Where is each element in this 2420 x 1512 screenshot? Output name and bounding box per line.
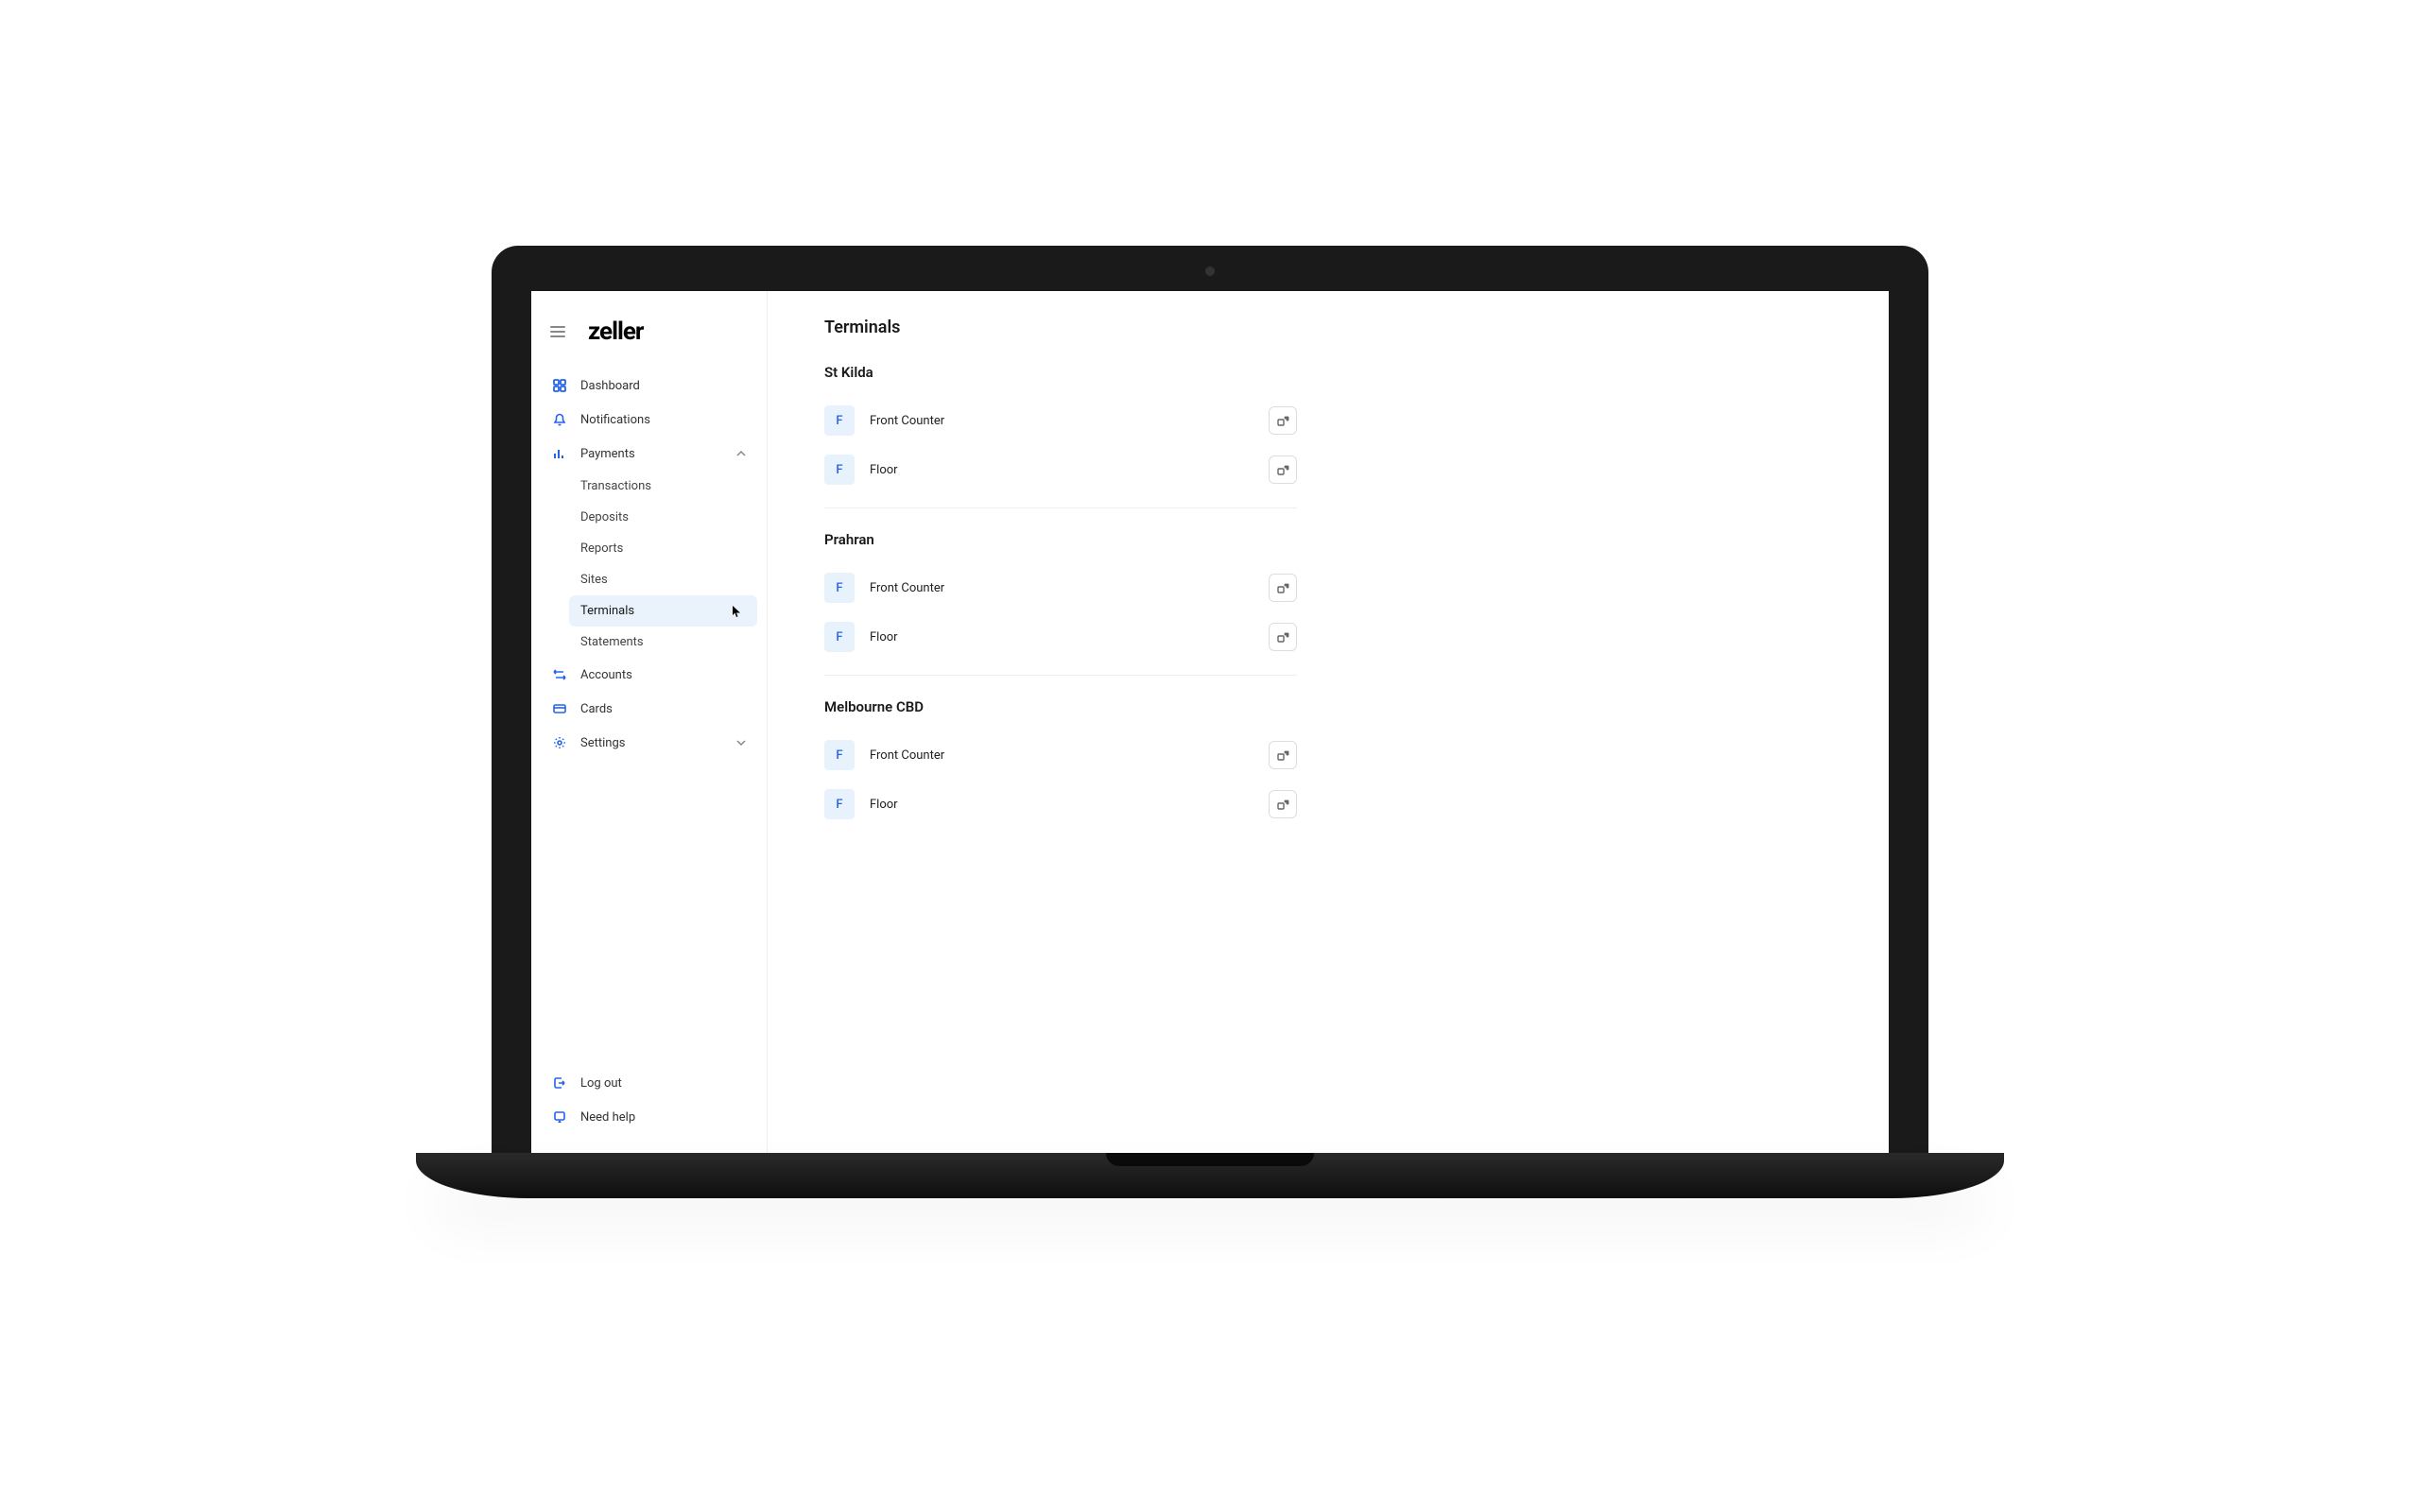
terminal-row[interactable]: F Floor <box>824 445 1297 494</box>
share-icon <box>1276 581 1289 594</box>
terminal-action-button[interactable] <box>1269 741 1297 769</box>
sidebar-item-label: Settings <box>580 736 625 750</box>
terminal-row[interactable]: F Floor <box>824 780 1297 829</box>
sidebar-item-label: Need help <box>580 1110 635 1125</box>
terminal-name: Floor <box>870 630 1253 644</box>
share-icon <box>1276 414 1289 427</box>
bell-icon <box>552 412 567 427</box>
terminal-row[interactable]: F Front Counter <box>824 563 1297 612</box>
card-icon <box>552 701 567 716</box>
payments-subnav: Transactions Deposits Reports Sites Term… <box>541 471 757 658</box>
subnav-terminals[interactable]: Terminals <box>569 595 757 627</box>
terminal-badge: F <box>824 455 855 485</box>
sidebar-item-label: Accounts <box>580 668 632 682</box>
page-title: Terminals <box>824 318 1832 337</box>
terminal-action-button[interactable] <box>1269 455 1297 484</box>
sidebar-item-logout[interactable]: Log out <box>541 1066 757 1100</box>
subnav-reports[interactable]: Reports <box>569 533 757 564</box>
subnav-label: Terminals <box>580 604 634 618</box>
terminal-badge: F <box>824 573 855 603</box>
sidebar-item-label: Payments <box>580 447 635 461</box>
terminal-name: Front Counter <box>870 748 1253 763</box>
sidebar-header: zeller <box>531 310 767 369</box>
cursor-icon <box>733 606 740 617</box>
sidebar-item-payments[interactable]: Payments <box>541 437 757 471</box>
terminal-badge: F <box>824 740 855 770</box>
sidebar-item-label: Cards <box>580 702 613 716</box>
section-title: Melbourne CBD <box>824 698 1297 715</box>
subnav-deposits[interactable]: Deposits <box>569 502 757 533</box>
subnav-transactions[interactable]: Transactions <box>569 471 757 502</box>
terminal-badge: F <box>824 622 855 652</box>
terminal-badge: F <box>824 405 855 436</box>
terminal-row[interactable]: F Front Counter <box>824 396 1297 445</box>
terminal-row[interactable]: F Front Counter <box>824 730 1297 780</box>
section-title: St Kilda <box>824 364 1297 381</box>
logout-icon <box>552 1075 567 1091</box>
terminal-action-button[interactable] <box>1269 790 1297 818</box>
sidebar-item-label: Notifications <box>580 413 650 427</box>
terminal-name: Floor <box>870 463 1253 477</box>
terminal-row[interactable]: F Floor <box>824 612 1297 662</box>
sidebar: zeller Dashboard Notifications <box>531 291 768 1153</box>
logo: zeller <box>588 318 643 346</box>
chevron-up-icon <box>736 451 746 456</box>
laptop-notch <box>1106 1153 1314 1166</box>
menu-icon[interactable] <box>550 326 565 337</box>
app-window: zeller Dashboard Notifications <box>531 291 1889 1153</box>
sidebar-item-notifications[interactable]: Notifications <box>541 403 757 437</box>
sidebar-item-help[interactable]: Need help <box>541 1100 757 1134</box>
share-icon <box>1276 630 1289 644</box>
share-icon <box>1276 463 1289 476</box>
section-title: Prahran <box>824 531 1297 548</box>
nav-main: Dashboard Notifications Payments <box>531 369 767 1066</box>
sidebar-item-cards[interactable]: Cards <box>541 692 757 726</box>
terminal-action-button[interactable] <box>1269 623 1297 651</box>
camera-icon <box>1205 266 1215 276</box>
terminal-name: Front Counter <box>870 581 1253 595</box>
sidebar-item-dashboard[interactable]: Dashboard <box>541 369 757 403</box>
terminal-section: Melbourne CBD F Front Counter F Floor <box>824 698 1297 842</box>
sidebar-item-accounts[interactable]: Accounts <box>541 658 757 692</box>
laptop-base <box>416 1153 2004 1198</box>
chart-icon <box>552 446 567 461</box>
sidebar-item-settings[interactable]: Settings <box>541 726 757 760</box>
subnav-statements[interactable]: Statements <box>569 627 757 658</box>
terminal-section: Prahran F Front Counter F Floor <box>824 531 1297 676</box>
sidebar-footer: Log out Need help <box>531 1066 767 1134</box>
main-content: Terminals St Kilda F Front Counter F Flo… <box>768 291 1889 1153</box>
terminal-action-button[interactable] <box>1269 406 1297 435</box>
terminal-name: Front Counter <box>870 414 1253 428</box>
share-icon <box>1276 798 1289 811</box>
help-icon <box>552 1109 567 1125</box>
sidebar-item-label: Log out <box>580 1076 622 1091</box>
transfer-icon <box>552 667 567 682</box>
share-icon <box>1276 748 1289 762</box>
sidebar-item-label: Dashboard <box>580 379 640 393</box>
chevron-down-icon <box>736 740 746 746</box>
gear-icon <box>552 735 567 750</box>
terminal-badge: F <box>824 789 855 819</box>
terminal-action-button[interactable] <box>1269 574 1297 602</box>
laptop-mockup: zeller Dashboard Notifications <box>416 246 2004 1266</box>
laptop-bezel: zeller Dashboard Notifications <box>492 246 1928 1153</box>
subnav-sites[interactable]: Sites <box>569 564 757 595</box>
terminal-section: St Kilda F Front Counter F Floor <box>824 364 1297 508</box>
dashboard-icon <box>552 378 567 393</box>
terminal-name: Floor <box>870 798 1253 812</box>
